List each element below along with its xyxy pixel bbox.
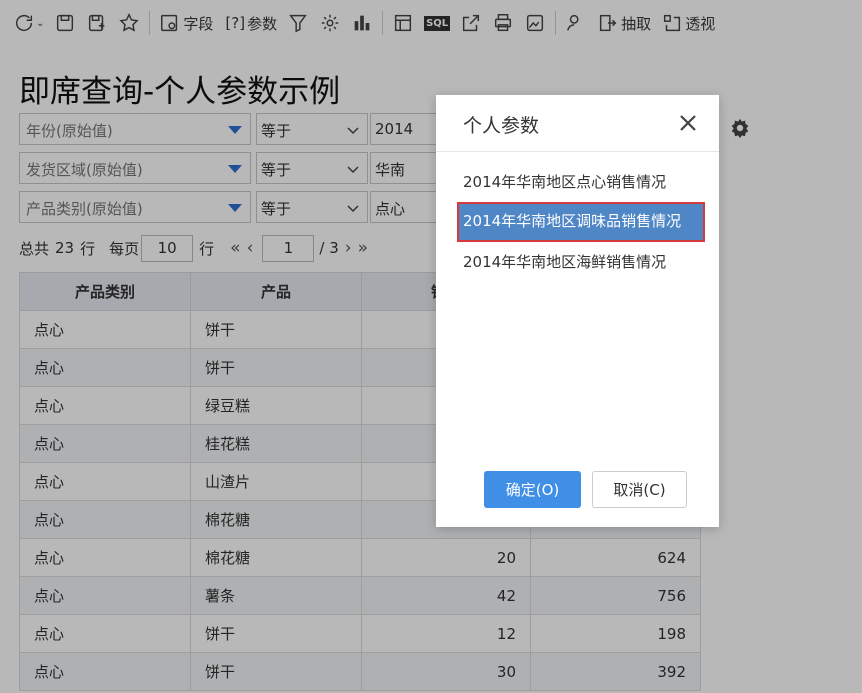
- modal-backdrop: [0, 0, 862, 693]
- close-icon[interactable]: [679, 114, 697, 132]
- dialog-title: 个人参数: [463, 115, 540, 137]
- cancel-button[interactable]: 取消(C): [592, 471, 687, 508]
- param-list-item[interactable]: 2014年华南地区点心销售情况: [458, 162, 704, 202]
- dialog-header: 个人参数: [436, 95, 719, 152]
- param-list-item-selected[interactable]: 2014年华南地区调味品销售情况: [457, 202, 705, 242]
- personal-params-dialog: 个人参数 2014年华南地区点心销售情况 2014年华南地区调味品销售情况 20…: [436, 95, 719, 527]
- param-list-item[interactable]: 2014年华南地区海鲜销售情况: [458, 242, 704, 282]
- ok-button[interactable]: 确定(O): [484, 471, 581, 508]
- param-list: 2014年华南地区点心销售情况 2014年华南地区调味品销售情况 2014年华南…: [457, 162, 705, 282]
